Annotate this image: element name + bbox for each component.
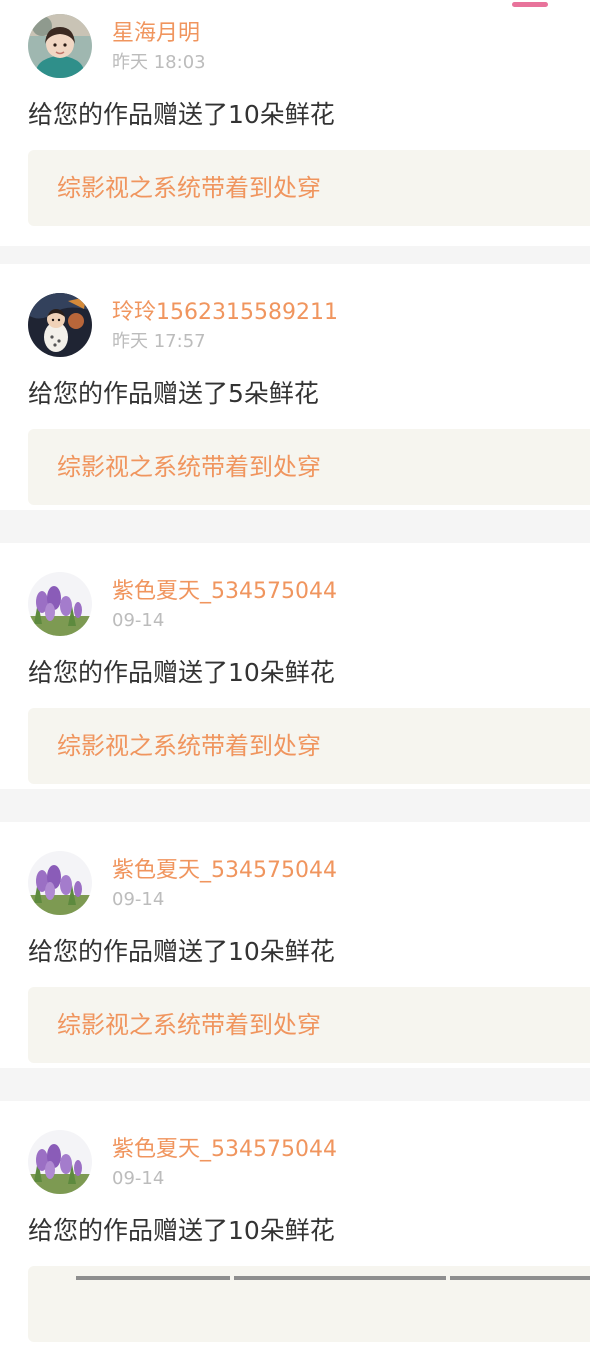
work-link[interactable]: 综影视之系统带着到处穿 bbox=[28, 150, 590, 226]
crocus-flower-avatar-icon bbox=[28, 1130, 92, 1194]
notification-card: 紫色夏天_534575044 09-14 给您的作品赠送了10朵鲜花 bbox=[0, 1101, 590, 1347]
notification-card: 紫色夏天_534575044 09-14 给您的作品赠送了10朵鲜花 综影视之系… bbox=[0, 543, 590, 789]
notification-message: 给您的作品赠送了10朵鲜花 bbox=[28, 1216, 335, 1245]
user-avatar[interactable] bbox=[28, 1130, 92, 1194]
crocus-flower-avatar-icon bbox=[28, 572, 92, 636]
user-avatar[interactable] bbox=[28, 851, 92, 915]
work-title: 综影视之系统带着到处穿 bbox=[57, 174, 321, 202]
username[interactable]: 星海月明 bbox=[112, 20, 200, 48]
work-link[interactable]: 综影视之系统带着到处穿 bbox=[28, 987, 590, 1063]
bar-segment bbox=[76, 1276, 230, 1280]
user-avatar[interactable] bbox=[28, 14, 92, 78]
work-title: 综影视之系统带着到处穿 bbox=[57, 732, 321, 760]
username[interactable]: 紫色夏天_534575044 bbox=[112, 578, 337, 606]
work-link[interactable]: 综影视之系统带着到处穿 bbox=[28, 708, 590, 784]
notification-card: 紫色夏天_534575044 09-14 给您的作品赠送了10朵鲜花 综影视之系… bbox=[0, 822, 590, 1068]
crocus-flower-avatar-icon bbox=[28, 851, 92, 915]
work-title: 综影视之系统带着到处穿 bbox=[57, 1011, 321, 1039]
timestamp: 09-14 bbox=[112, 610, 165, 631]
active-tab-indicator bbox=[512, 2, 548, 7]
timestamp: 09-14 bbox=[112, 1168, 165, 1189]
notification-message: 给您的作品赠送了10朵鲜花 bbox=[28, 658, 335, 687]
girl-photo-avatar-icon bbox=[28, 14, 92, 78]
user-avatar[interactable] bbox=[28, 293, 92, 357]
notification-message: 给您的作品赠送了10朵鲜花 bbox=[28, 100, 335, 129]
username[interactable]: 玲玲1562315589211 bbox=[112, 299, 338, 327]
notification-card: 星海月明 昨天 18:03 给您的作品赠送了10朵鲜花 综影视之系统带着到处穿 bbox=[0, 0, 590, 246]
username[interactable]: 紫色夏天_534575044 bbox=[112, 857, 337, 885]
notification-card: 玲玲1562315589211 昨天 17:57 给您的作品赠送了5朵鲜花 综影… bbox=[0, 264, 590, 510]
timestamp: 09-14 bbox=[112, 889, 165, 910]
bar-segment bbox=[450, 1276, 590, 1280]
username[interactable]: 紫色夏天_534575044 bbox=[112, 1136, 337, 1164]
bar-segment bbox=[234, 1276, 446, 1280]
bottom-edge-bars bbox=[76, 1276, 590, 1280]
work-link[interactable]: 综影视之系统带着到处穿 bbox=[28, 429, 590, 505]
notification-message: 给您的作品赠送了10朵鲜花 bbox=[28, 937, 335, 966]
baby-photo-avatar-icon bbox=[28, 293, 92, 357]
notification-message: 给您的作品赠送了5朵鲜花 bbox=[28, 379, 319, 408]
timestamp: 昨天 18:03 bbox=[112, 52, 206, 73]
timestamp: 昨天 17:57 bbox=[112, 331, 206, 352]
work-title: 综影视之系统带着到处穿 bbox=[57, 453, 321, 481]
user-avatar[interactable] bbox=[28, 572, 92, 636]
